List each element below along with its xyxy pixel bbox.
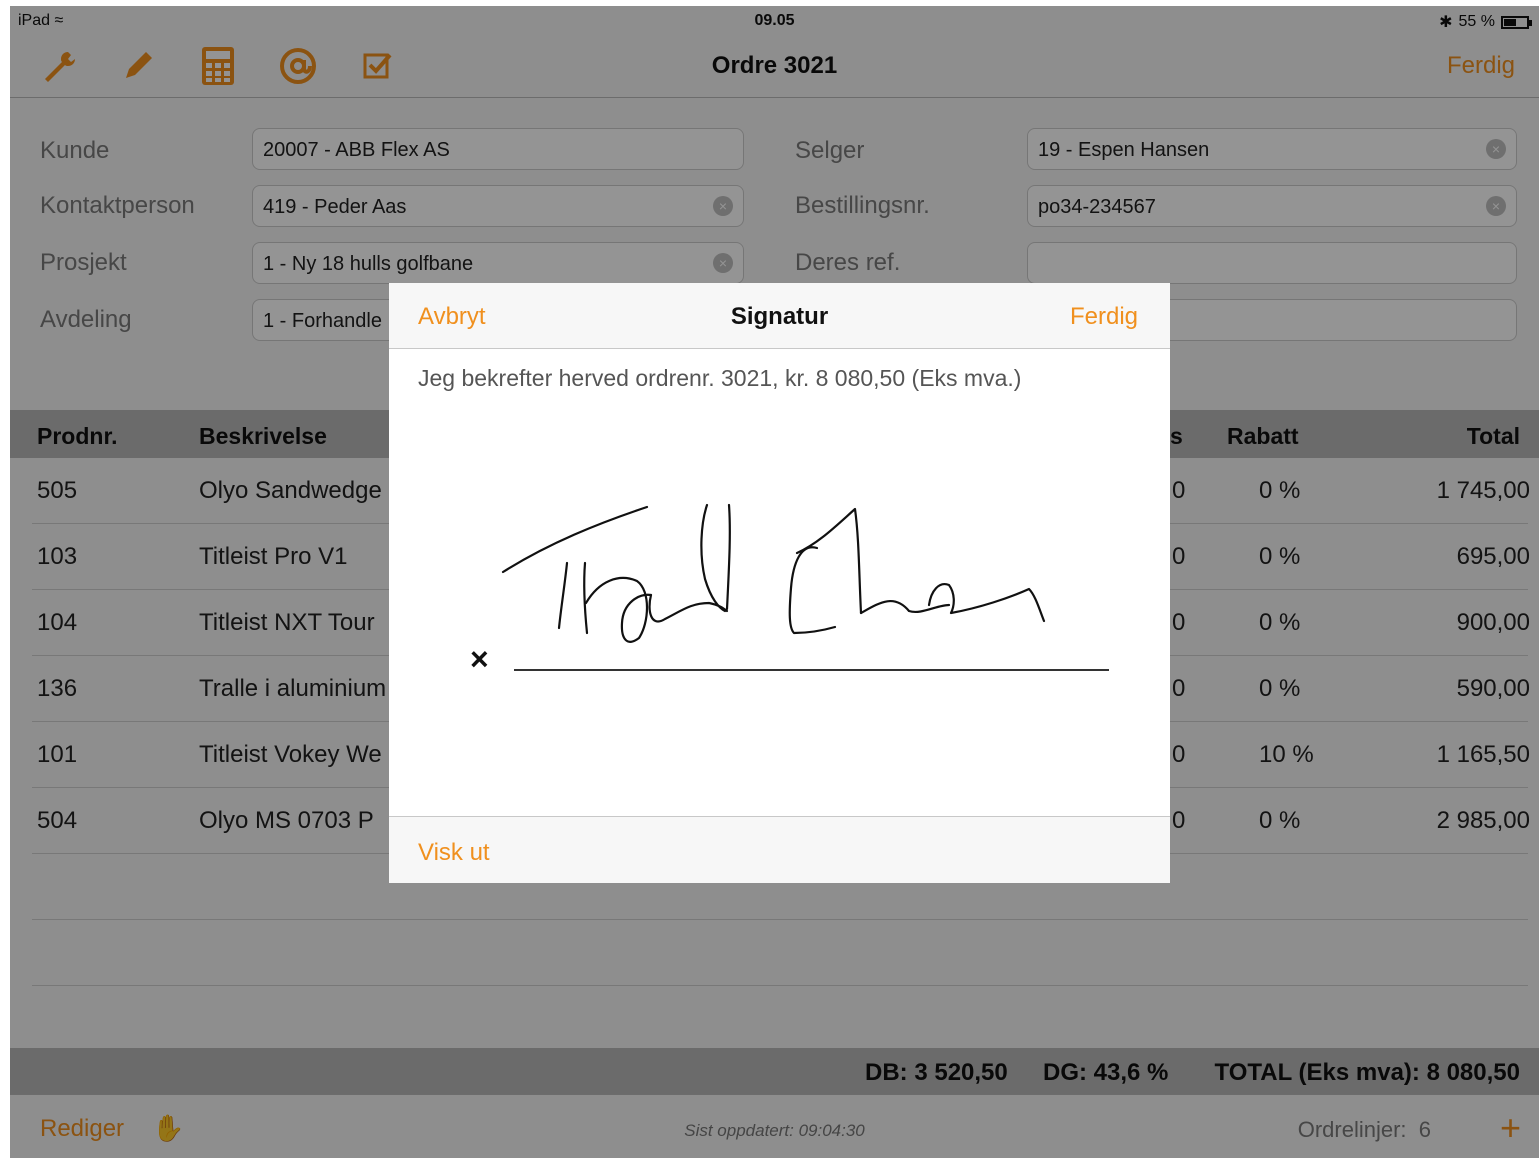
modal-title: Signatur — [730, 303, 829, 330]
modal-done-button[interactable]: Ferdig — [1070, 303, 1138, 331]
confirm-text: Jeg bekrefter herved ordrenr. 3021, kr. … — [418, 365, 1022, 391]
x-mark: × — [470, 641, 489, 677]
clear-signature-button[interactable]: Visk ut — [418, 839, 490, 867]
signature-modal: Avbryt Signatur Ferdig Jeg bekrefter her… — [389, 283, 1170, 883]
modal-header: Avbryt Signatur Ferdig — [389, 283, 1170, 349]
modal-footer: Visk ut — [389, 816, 1170, 883]
signature-canvas[interactable] — [389, 463, 1170, 703]
signature-line — [514, 669, 1109, 671]
ipad-screen: iPad ≈ 09.05 ✱ 55 % Ordre 3021 Ferdig Ku… — [10, 6, 1539, 1158]
